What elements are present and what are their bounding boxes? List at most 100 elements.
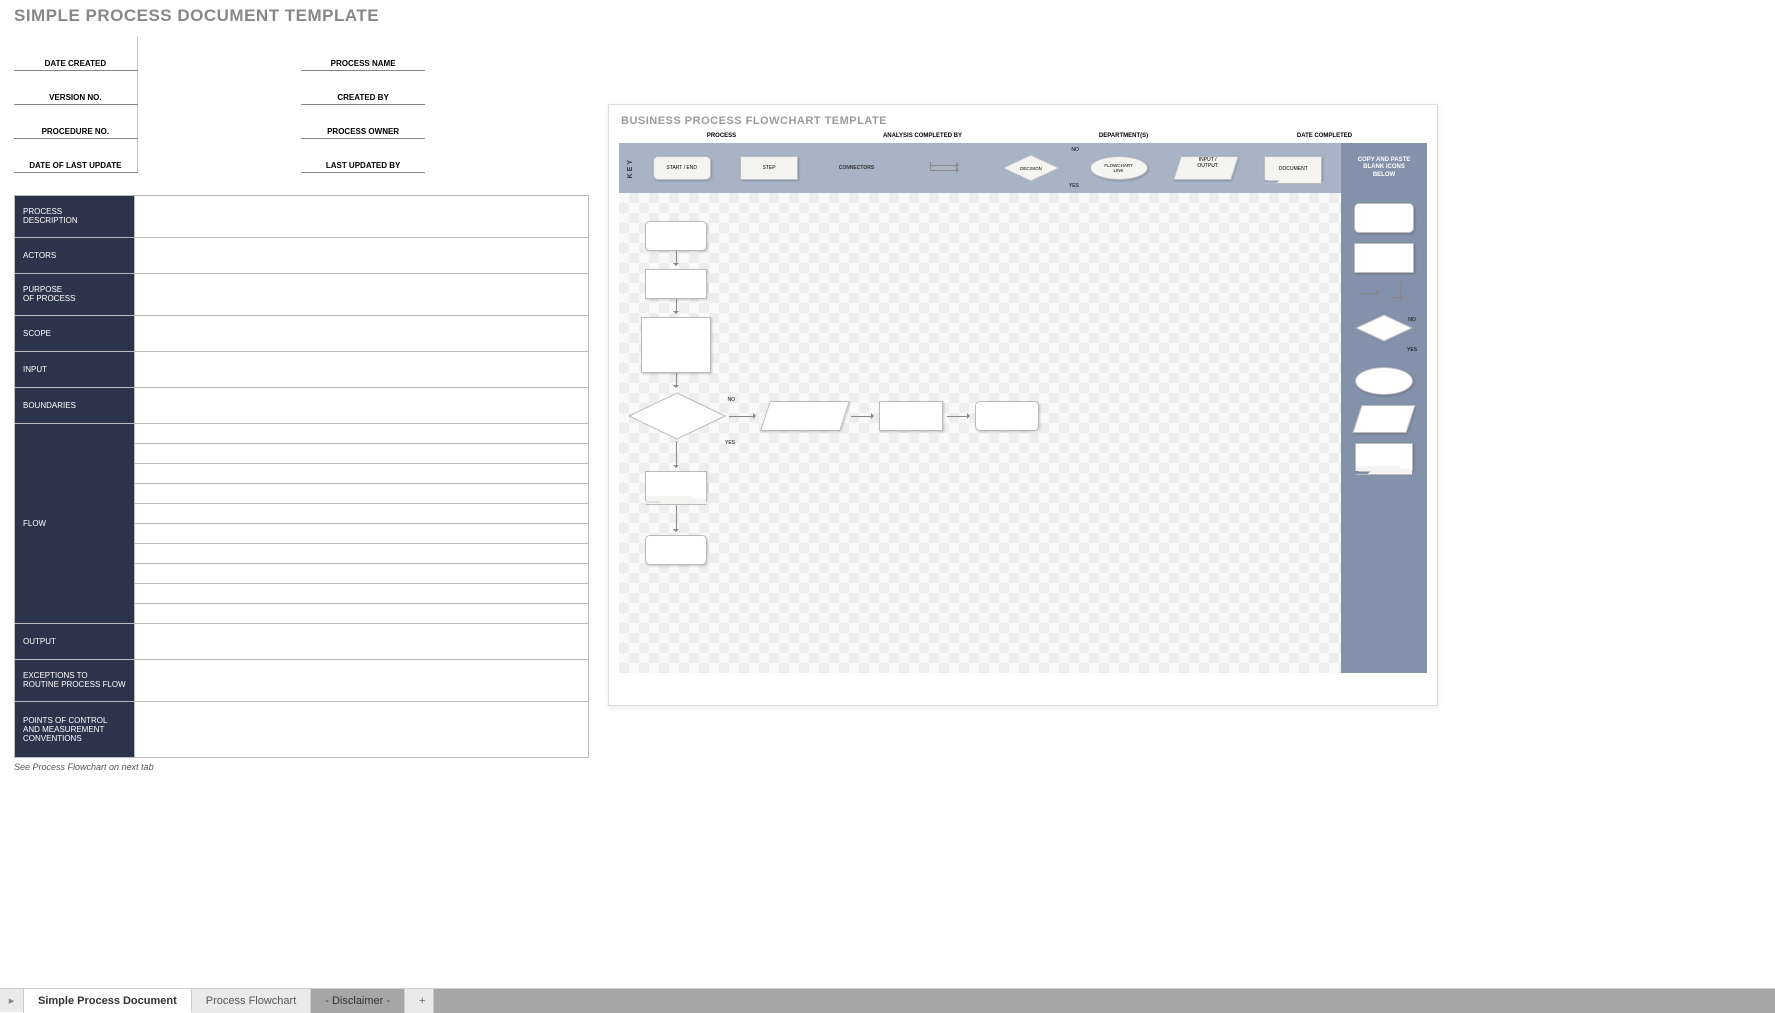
- tab-simple-process-document[interactable]: Simple Process Document: [24, 989, 192, 1013]
- value-points[interactable]: [135, 701, 589, 757]
- value-boundaries[interactable]: [135, 387, 589, 423]
- flow-row-9[interactable]: [135, 583, 589, 603]
- label-version-no: VERSION NO.: [14, 70, 137, 104]
- label-output: OUTPUT: [15, 623, 135, 659]
- tab-add-button[interactable]: +: [405, 989, 434, 1013]
- svg-text:DECISION: DECISION: [1020, 166, 1042, 171]
- label-boundaries: BOUNDARIES: [15, 387, 135, 423]
- shape-palette: NO YES: [1341, 193, 1427, 673]
- legend-connector-arrows-icon: [930, 165, 958, 171]
- value-scope[interactable]: [135, 315, 589, 351]
- value-purpose[interactable]: [135, 273, 589, 315]
- arrow-icon: [676, 441, 677, 467]
- document-title: SIMPLE PROCESS DOCUMENT TEMPLATE: [14, 6, 589, 26]
- value-procedure-no[interactable]: [137, 104, 301, 138]
- value-last-updated-by[interactable]: [425, 138, 589, 172]
- node-yes-label: YES: [725, 440, 735, 446]
- node-step-1[interactable]: [645, 269, 707, 299]
- legend-decision-icon: DECISION: [1001, 153, 1061, 183]
- node-document[interactable]: [645, 471, 707, 501]
- value-version-no[interactable]: [137, 70, 301, 104]
- node-no-label: NO: [728, 397, 736, 403]
- header-analysis: ANALYSIS COMPLETED BY: [822, 133, 1023, 139]
- value-process-description[interactable]: [135, 195, 589, 237]
- flowchart-checker-area[interactable]: NO YES: [619, 193, 1341, 673]
- process-document-panel: SIMPLE PROCESS DOCUMENT TEMPLATE DATE CR…: [14, 6, 589, 772]
- tab-process-flowchart[interactable]: Process Flowchart: [192, 989, 311, 1013]
- node-end-2[interactable]: [645, 535, 707, 565]
- key-label: KEY: [623, 158, 638, 178]
- flow-row-8[interactable]: [135, 563, 589, 583]
- label-created-by: CREATED BY: [301, 70, 424, 104]
- flowchart-headers: PROCESS ANALYSIS COMPLETED BY DEPARTMENT…: [609, 133, 1437, 143]
- value-exceptions[interactable]: [135, 659, 589, 701]
- value-date-created[interactable]: [137, 36, 301, 70]
- value-output[interactable]: [135, 623, 589, 659]
- label-date-last-update: DATE OF LAST UPDATE: [14, 138, 137, 172]
- palette-connector-arrows-icon[interactable]: [1358, 283, 1410, 303]
- tab-disclaimer[interactable]: - Disclaimer -: [311, 989, 405, 1013]
- label-actors: ACTORS: [15, 237, 135, 273]
- tab-bar-remainder: [434, 989, 1775, 1013]
- arrow-icon: [851, 416, 873, 417]
- sheet-tab-bar: ▸ Simple Process Document Process Flowch…: [0, 988, 1775, 1012]
- flow-row-1[interactable]: [135, 423, 589, 443]
- sections-table: PROCESS DESCRIPTION ACTORS PURPOSE OF PR…: [14, 195, 589, 758]
- palette-io-icon[interactable]: [1352, 405, 1415, 433]
- header-department: DEPARTMENT(S): [1023, 133, 1224, 139]
- flow-row-5[interactable]: [135, 503, 589, 523]
- label-process-description: PROCESS DESCRIPTION: [15, 195, 135, 237]
- flowchart-panel: BUSINESS PROCESS FLOWCHART TEMPLATE PROC…: [608, 104, 1438, 706]
- palette-process-icon[interactable]: [1354, 243, 1414, 273]
- label-process-name: PROCESS NAME: [301, 36, 424, 70]
- legend-link-icon: FLOWCHART LINK: [1090, 156, 1148, 180]
- header-date: DATE COMPLETED: [1224, 133, 1425, 139]
- flow-row-7[interactable]: [135, 543, 589, 563]
- arrow-icon: [676, 373, 677, 387]
- value-input[interactable]: [135, 351, 589, 387]
- legend-document-icon: DOCUMENT: [1264, 156, 1322, 180]
- copy-strip-header: COPY AND PASTE BLANK ICONS BELOW: [1354, 157, 1415, 185]
- tab-scroll-start-icon[interactable]: ▸: [0, 989, 24, 1013]
- label-points: POINTS OF CONTROL AND MEASUREMENT CONVEN…: [15, 701, 135, 757]
- palette-ellipse-icon[interactable]: [1355, 367, 1413, 395]
- arrow-icon: [676, 299, 677, 313]
- flow-row-3[interactable]: [135, 463, 589, 483]
- arrow-icon: [676, 251, 677, 265]
- value-date-last-update[interactable]: [137, 138, 301, 172]
- node-decision[interactable]: NO YES: [625, 391, 729, 446]
- flowchart-title: BUSINESS PROCESS FLOWCHART TEMPLATE: [609, 105, 1437, 133]
- node-step-2[interactable]: [641, 317, 711, 373]
- node-step-3[interactable]: [879, 401, 943, 431]
- flow-row-4[interactable]: [135, 483, 589, 503]
- key-strip: KEY START / END STEP CONNECTORS DECISION…: [619, 143, 1341, 193]
- value-created-by[interactable]: [425, 70, 589, 104]
- flow-row-2[interactable]: [135, 443, 589, 463]
- arrow-icon: [947, 416, 969, 417]
- palette-terminator-icon[interactable]: [1354, 203, 1414, 233]
- flow-row-6[interactable]: [135, 523, 589, 543]
- value-process-owner[interactable]: [425, 104, 589, 138]
- flow-row-10[interactable]: [135, 603, 589, 623]
- label-process-owner: PROCESS OWNER: [301, 104, 424, 138]
- value-actors[interactable]: [135, 237, 589, 273]
- node-io[interactable]: [760, 401, 850, 431]
- footnote: See Process Flowchart on next tab: [14, 762, 589, 772]
- label-last-updated-by: LAST UPDATED BY: [301, 138, 424, 172]
- legend-io-icon: INPUT / OUTPUT: [1173, 156, 1239, 180]
- value-process-name[interactable]: [425, 36, 589, 70]
- arrow-icon: [676, 505, 677, 531]
- legend-yes-label: YES: [1069, 183, 1079, 189]
- legend-connectors-label: CONNECTORS: [839, 165, 874, 171]
- legend-no-label: NO: [1071, 147, 1079, 153]
- label-scope: SCOPE: [15, 315, 135, 351]
- flowchart-canvas: NO YES NO YES: [619, 193, 1427, 673]
- copy-strip-header-box: COPY AND PASTE BLANK ICONS BELOW: [1341, 143, 1427, 193]
- palette-decision-icon[interactable]: [1354, 313, 1414, 343]
- node-start[interactable]: [645, 221, 707, 251]
- label-purpose: PURPOSE OF PROCESS: [15, 273, 135, 315]
- node-end-1[interactable]: [975, 401, 1039, 431]
- label-input: INPUT: [15, 351, 135, 387]
- legend-process-icon: STEP: [740, 156, 798, 180]
- palette-document-icon[interactable]: [1355, 443, 1413, 471]
